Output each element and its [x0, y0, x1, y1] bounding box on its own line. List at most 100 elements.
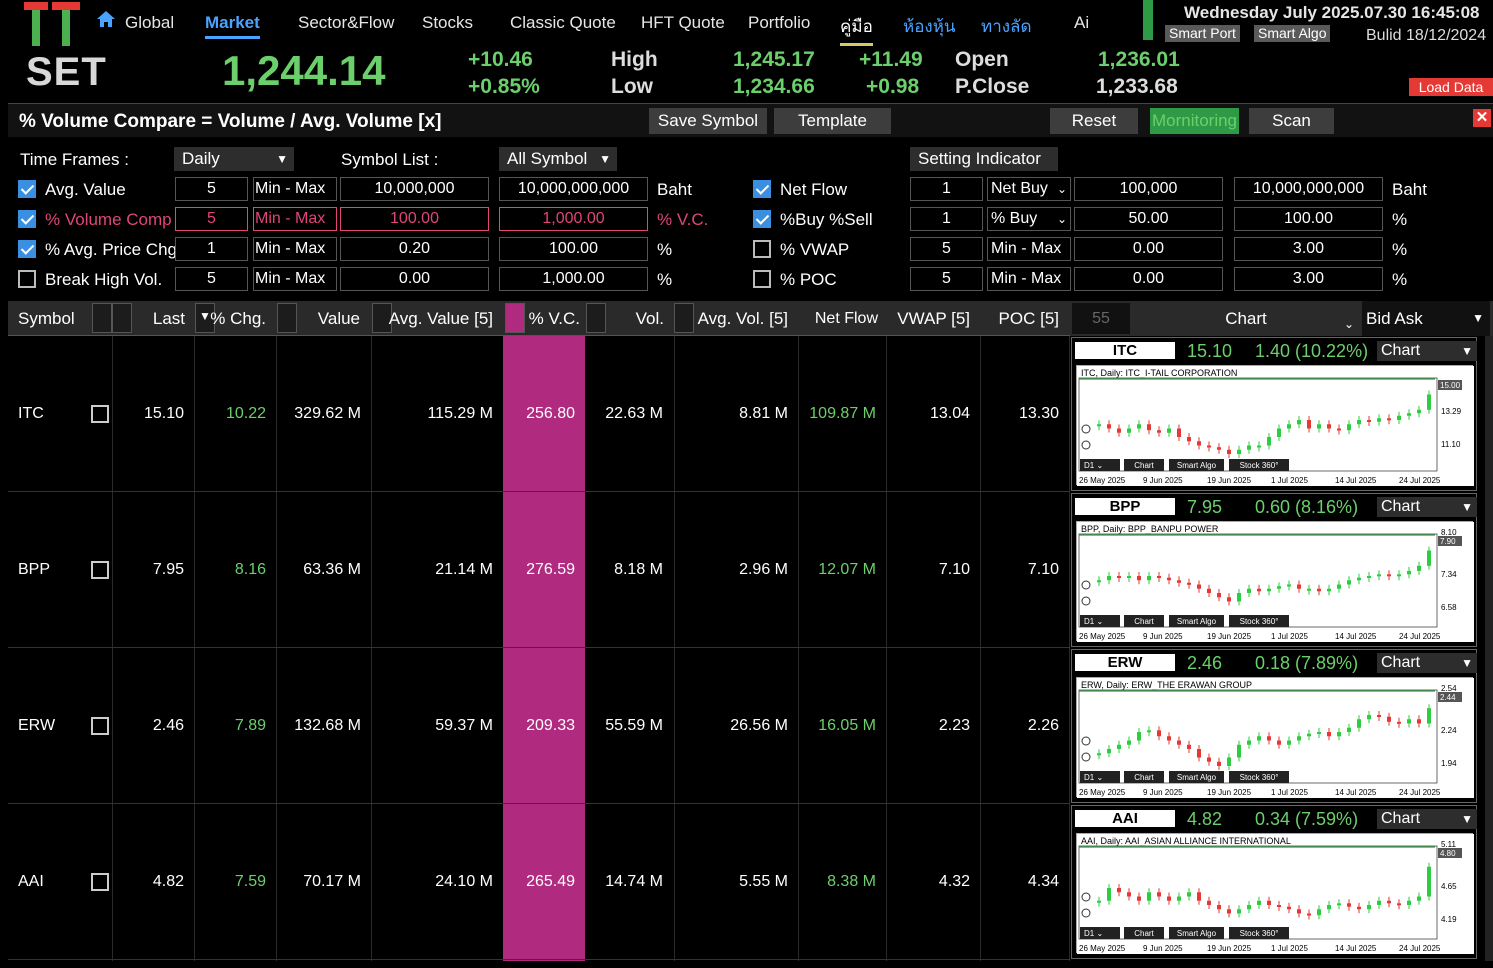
- col-vc[interactable]: % V.C.: [518, 301, 580, 336]
- mini-chart[interactable]: ITC, Daily: ITC_I-TAIL CORPORATION 15.00 1…: [1076, 365, 1474, 486]
- home-icon[interactable]: [96, 10, 116, 28]
- col-vol[interactable]: Vol.: [608, 301, 664, 336]
- row-checkbox[interactable]: [91, 873, 109, 891]
- col-pct-chg[interactable]: % Chg.: [208, 301, 266, 336]
- card-view-select[interactable]: Chart ▼: [1377, 653, 1477, 673]
- filter-checkbox[interactable]: [753, 210, 771, 228]
- timeframe-select[interactable]: Daily ▼: [174, 147, 294, 171]
- filter-checkbox[interactable]: [18, 210, 36, 228]
- filter-min[interactable]: 100.00: [340, 207, 489, 231]
- filter-period[interactable]: 5: [910, 237, 983, 261]
- close-icon[interactable]: ✕: [1473, 109, 1491, 127]
- col-filter-handle[interactable]: [674, 303, 694, 333]
- filter-period[interactable]: 5: [175, 177, 248, 201]
- load-data-button[interactable]: Load Data: [1409, 78, 1493, 96]
- nav-ai[interactable]: Ai: [1074, 13, 1089, 33]
- filter-max[interactable]: 1,000.00: [499, 207, 648, 231]
- nav-stocks[interactable]: Stocks: [422, 13, 473, 33]
- filter-mode[interactable]: Min - Max: [987, 267, 1071, 291]
- filter-period[interactable]: 5: [910, 267, 983, 291]
- filter-max[interactable]: 100.00: [499, 237, 648, 261]
- template-button[interactable]: Template: [774, 108, 891, 134]
- card-symbol[interactable]: AAI: [1075, 810, 1175, 827]
- filter-period[interactable]: 1: [175, 237, 248, 261]
- card-view-select[interactable]: Chart ▼: [1377, 497, 1477, 517]
- table-row[interactable]: AAI 4.82 7.59 70.17 M 24.10 M 265.49 14.74 M 5.…: [8, 804, 1070, 960]
- filter-max[interactable]: 100.00: [1234, 207, 1383, 231]
- smart-algo-button[interactable]: Smart Algo: [1254, 25, 1331, 42]
- nav-shortcut[interactable]: ทางลัด: [981, 13, 1032, 40]
- table-row[interactable]: ITC 15.10 10.22 329.62 M 115.29 M 256.80 22.63…: [8, 336, 1070, 492]
- filter-period[interactable]: 5: [175, 207, 248, 231]
- mini-chart[interactable]: AAI, Daily: AAI_ASIAN ALLIANCE INTERNATI…: [1076, 833, 1474, 954]
- col-net-flow[interactable]: Net Flow: [798, 301, 878, 336]
- filter-mode[interactable]: Min - Max: [253, 237, 337, 261]
- card-symbol[interactable]: ITC: [1075, 342, 1175, 359]
- scrollbar[interactable]: [1485, 336, 1493, 961]
- col-avg-vol[interactable]: Avg. Vol. [5]: [694, 301, 788, 336]
- filter-min[interactable]: 100,000: [1074, 177, 1223, 201]
- filter-checkbox[interactable]: [18, 180, 36, 198]
- nav-portfolio[interactable]: Portfolio: [748, 13, 810, 33]
- mini-chart[interactable]: BPP, Daily: BPP_BANPU POWER 7.90 8.10 7.34 6…: [1076, 521, 1474, 642]
- save-symbol-button[interactable]: Save Symbol: [649, 108, 767, 134]
- filter-period[interactable]: 1: [910, 177, 983, 201]
- filter-period[interactable]: 5: [175, 267, 248, 291]
- filter-max[interactable]: 1,000.00: [499, 267, 648, 291]
- stock-chart-card[interactable]: ITC 15.10 1.40 (10.22%) Chart ▼ ITC, Daily: I…: [1071, 337, 1477, 491]
- filter-mode[interactable]: Net Buy ⌄: [987, 177, 1071, 201]
- filter-min[interactable]: 0.20: [340, 237, 489, 261]
- smart-port-button[interactable]: Smart Port: [1165, 25, 1240, 42]
- col-poc[interactable]: POC [5]: [980, 301, 1059, 336]
- mini-chart[interactable]: ERW, Daily: ERW_THE ERAWAN GROUP 2.44 2.54…: [1076, 677, 1474, 798]
- filter-checkbox[interactable]: [753, 180, 771, 198]
- col-filter-handle[interactable]: [92, 303, 112, 333]
- col-value[interactable]: Value: [298, 301, 360, 336]
- nav-classic-quote[interactable]: Classic Quote: [510, 13, 616, 33]
- filter-mode[interactable]: Min - Max: [253, 267, 337, 291]
- reset-button[interactable]: Reset: [1050, 108, 1138, 134]
- col-last[interactable]: Last: [148, 301, 185, 336]
- col-symbol[interactable]: Symbol: [18, 301, 75, 336]
- filter-mode[interactable]: Min - Max: [253, 177, 337, 201]
- table-row[interactable]: ERW 2.46 7.89 132.68 M 59.37 M 209.33 55.59 M 2…: [8, 648, 1070, 804]
- filter-min[interactable]: 0.00: [1074, 267, 1223, 291]
- row-checkbox[interactable]: [91, 561, 109, 579]
- row-checkbox[interactable]: [91, 717, 109, 735]
- stock-chart-card[interactable]: BPP 7.95 0.60 (8.16%) Chart ▼ BPP, Daily: BPP…: [1071, 493, 1477, 647]
- col-filter-handle[interactable]: [277, 303, 297, 333]
- card-view-select[interactable]: Chart ▼: [1377, 809, 1477, 829]
- filter-min[interactable]: 10,000,000: [340, 177, 489, 201]
- filter-checkbox[interactable]: [753, 270, 771, 288]
- nav-sector-flow[interactable]: Sector&Flow: [298, 13, 394, 33]
- card-symbol[interactable]: ERW: [1075, 654, 1175, 671]
- filter-max[interactable]: 3.00: [1234, 237, 1383, 261]
- filter-period[interactable]: 1: [910, 207, 983, 231]
- col-vwap[interactable]: VWAP [5]: [888, 301, 970, 336]
- filter-min[interactable]: 50.00: [1074, 207, 1223, 231]
- filter-min[interactable]: 0.00: [1074, 237, 1223, 261]
- filter-max[interactable]: 3.00: [1234, 267, 1383, 291]
- filter-max[interactable]: 10,000,000,000: [1234, 177, 1383, 201]
- filter-max[interactable]: 10,000,000,000: [499, 177, 648, 201]
- nav-stock-room[interactable]: ห้องหุ้น: [903, 13, 956, 40]
- setting-indicator-button[interactable]: Setting Indicator: [910, 147, 1058, 171]
- stock-chart-card[interactable]: AAI 4.82 0.34 (7.59%) Chart ▼ AAI, Daily: AAI…: [1071, 805, 1477, 959]
- nav-hft-quote[interactable]: HFT Quote: [641, 13, 725, 33]
- bid-ask-select[interactable]: Bid Ask ▼: [1362, 301, 1490, 336]
- card-symbol[interactable]: BPP: [1075, 498, 1175, 515]
- filter-checkbox[interactable]: [753, 240, 771, 258]
- card-view-select[interactable]: Chart ▼: [1377, 341, 1477, 361]
- stock-chart-card[interactable]: ERW 2.46 0.18 (7.89%) Chart ▼ ERW, Daily: ERW…: [1071, 649, 1477, 803]
- monitoring-button[interactable]: Mornitoring: [1150, 108, 1239, 134]
- scan-button[interactable]: Scan: [1249, 108, 1334, 134]
- filter-min[interactable]: 0.00: [340, 267, 489, 291]
- col-filter-handle[interactable]: [586, 303, 606, 333]
- filter-mode[interactable]: % Buy ⌄: [987, 207, 1071, 231]
- col-avg-value[interactable]: Avg. Value [5]: [387, 301, 493, 336]
- filter-checkbox[interactable]: [18, 240, 36, 258]
- filter-mode[interactable]: Min - Max: [253, 207, 337, 231]
- symbol-list-select[interactable]: All Symbol ▼: [499, 147, 617, 171]
- nav-manual[interactable]: คู่มือ: [840, 13, 873, 46]
- filter-mode[interactable]: Min - Max: [987, 237, 1071, 261]
